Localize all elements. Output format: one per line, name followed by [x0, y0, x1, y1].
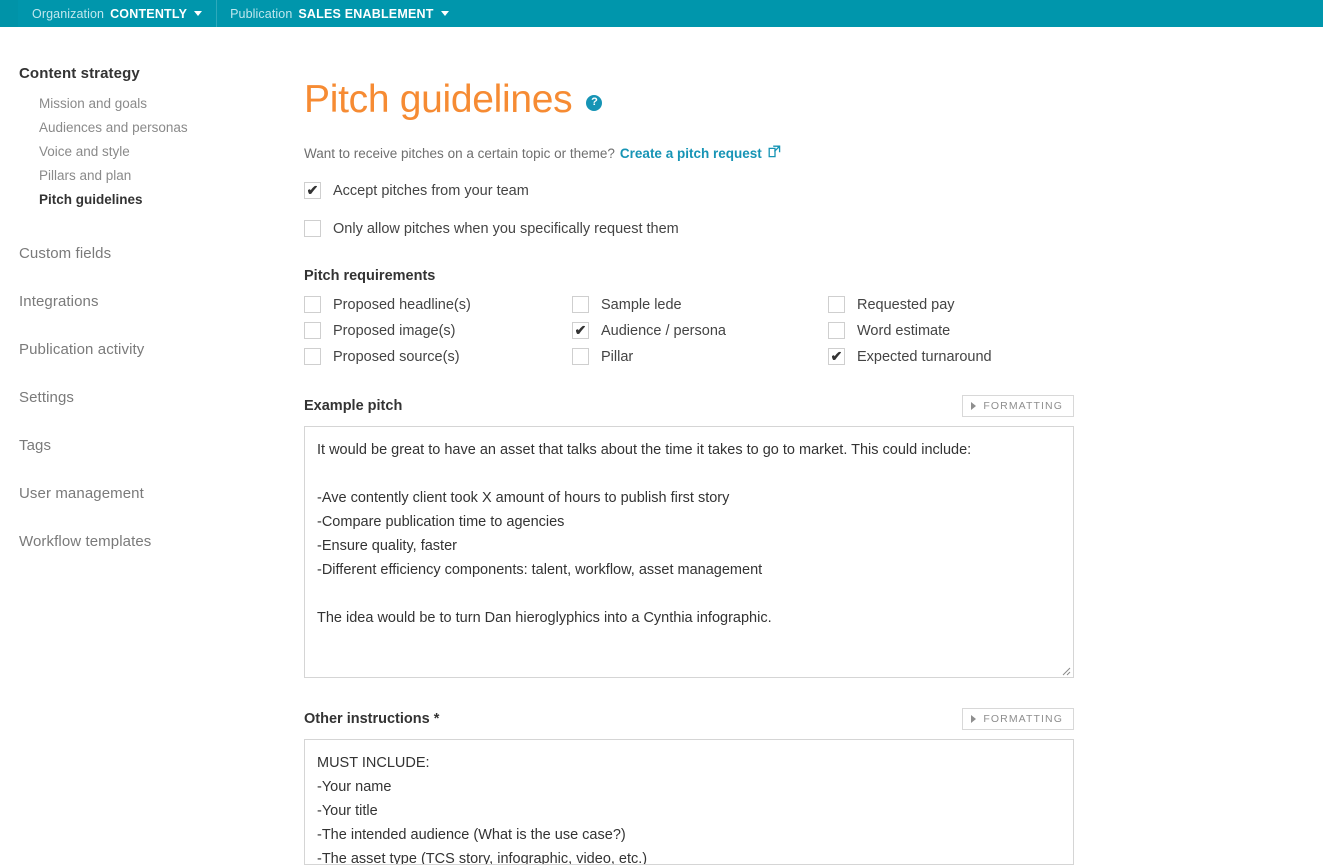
- checkbox-requested-pay[interactable]: Requested pay: [828, 296, 1323, 314]
- chevron-down-icon: [194, 11, 203, 16]
- checkbox-label: Audience / persona: [601, 322, 726, 339]
- sidebar-item-mission-and-goals[interactable]: Mission and goals: [0, 92, 300, 116]
- checkbox-audience-persona[interactable]: ✔ Audience / persona: [572, 322, 828, 340]
- formatting-button-label: FORMATTING: [983, 400, 1063, 413]
- checkbox-only-allow-requested-pitches[interactable]: Only allow pitches when you specifically…: [304, 220, 1323, 238]
- checkbox-box[interactable]: ✔: [828, 348, 845, 366]
- create-pitch-request-link[interactable]: Create a pitch request: [620, 145, 781, 161]
- checkbox-box[interactable]: ✔: [572, 322, 589, 340]
- checkbox-box[interactable]: [304, 322, 321, 340]
- checkbox-label: Proposed source(s): [333, 348, 460, 365]
- checkbox-proposed-sources[interactable]: Proposed source(s): [304, 348, 572, 366]
- checkbox-box[interactable]: ✔: [304, 182, 321, 200]
- sidebar-item-audiences-and-personas[interactable]: Audiences and personas: [0, 116, 300, 140]
- check-icon: ✔: [830, 348, 843, 365]
- publication-label: Publication: [230, 6, 293, 21]
- sidebar-item-settings[interactable]: Settings: [0, 389, 300, 406]
- checkbox-label: Proposed image(s): [333, 322, 456, 339]
- organization-selector[interactable]: Organization CONTENTLY: [18, 0, 216, 27]
- checkbox-pillar[interactable]: Pillar: [572, 348, 828, 366]
- chevron-right-icon: [971, 402, 977, 411]
- pitch-requirements-grid: Proposed headline(s) Sample lede Request…: [304, 296, 1323, 366]
- checkbox-label: Expected turnaround: [857, 348, 992, 365]
- example-pitch-field-wrap: [304, 426, 1074, 679]
- required-marker: *: [433, 711, 440, 728]
- checkbox-proposed-images[interactable]: Proposed image(s): [304, 322, 572, 340]
- example-pitch-header: Example pitch FORMATTING: [304, 395, 1074, 418]
- formatting-button-other-instructions[interactable]: FORMATTING: [962, 708, 1074, 731]
- other-instructions-label-text: Other instructions: [304, 711, 430, 728]
- sidebar-item-pillars-and-plan[interactable]: Pillars and plan: [0, 164, 300, 188]
- other-instructions-label: Other instructions *: [304, 711, 439, 727]
- checkbox-box[interactable]: [304, 220, 321, 238]
- sidebar-item-pitch-guidelines[interactable]: Pitch guidelines: [0, 188, 300, 212]
- example-pitch-textarea[interactable]: [304, 426, 1074, 679]
- checkbox-box[interactable]: [828, 296, 845, 314]
- sidebar-navigation: Content strategy Mission and goals Audie…: [0, 27, 300, 822]
- checkbox-proposed-headlines[interactable]: Proposed headline(s): [304, 296, 572, 314]
- sidebar-heading-content-strategy: Content strategy: [19, 65, 140, 82]
- sidebar-item-integrations[interactable]: Integrations: [0, 293, 300, 310]
- other-instructions-textarea[interactable]: [304, 739, 1074, 865]
- checkbox-label: Accept pitches from your team: [333, 182, 529, 199]
- check-icon: ✔: [574, 322, 587, 339]
- checkbox-label: Proposed headline(s): [333, 296, 471, 313]
- main-content: Pitch guidelines ? Want to receive pitch…: [300, 27, 1323, 865]
- checkbox-label: Requested pay: [857, 296, 955, 313]
- checkbox-sample-lede[interactable]: Sample lede: [572, 296, 828, 314]
- checkbox-label: Sample lede: [601, 296, 682, 313]
- pitch-request-prompt: Want to receive pitches on a certain top…: [304, 145, 1323, 161]
- formatting-button-example-pitch[interactable]: FORMATTING: [962, 395, 1074, 418]
- checkbox-label: Word estimate: [857, 322, 951, 339]
- checkbox-box[interactable]: [572, 296, 589, 314]
- external-link-icon: [768, 145, 781, 161]
- chevron-right-icon: [971, 715, 977, 724]
- example-pitch-label: Example pitch: [304, 398, 403, 415]
- checkbox-label: Pillar: [601, 348, 634, 365]
- checkbox-box[interactable]: [828, 322, 845, 340]
- organization-value: CONTENTLY: [110, 6, 188, 21]
- sidebar-item-workflow-templates[interactable]: Workflow templates: [0, 533, 300, 550]
- organization-label: Organization: [32, 6, 105, 21]
- topbar-left-edge: [0, 0, 18, 27]
- checkbox-expected-turnaround[interactable]: ✔ Expected turnaround: [828, 348, 1323, 366]
- checkbox-accept-pitches-from-team[interactable]: ✔ Accept pitches from your team: [304, 182, 1323, 200]
- other-instructions-field-wrap: [304, 739, 1074, 865]
- page-title: Pitch guidelines ?: [304, 80, 1323, 119]
- sidebar-item-tags[interactable]: Tags: [0, 437, 300, 454]
- create-pitch-request-label: Create a pitch request: [619, 145, 762, 161]
- other-instructions-header: Other instructions * FORMATTING: [304, 708, 1074, 731]
- publication-value: SALES ENABLEMENT: [298, 6, 434, 21]
- formatting-button-label: FORMATTING: [983, 713, 1063, 726]
- checkbox-box[interactable]: [304, 348, 321, 366]
- checkbox-box[interactable]: [304, 296, 321, 314]
- help-icon[interactable]: ?: [586, 94, 603, 111]
- sidebar-item-voice-and-style[interactable]: Voice and style: [0, 140, 300, 164]
- check-icon: ✔: [306, 182, 319, 199]
- chevron-down-icon: [440, 11, 449, 16]
- pitch-requirements-heading: Pitch requirements: [304, 268, 436, 285]
- checkbox-label: Only allow pitches when you specifically…: [333, 220, 679, 237]
- pitch-request-prompt-text: Want to receive pitches on a certain top…: [304, 145, 615, 161]
- page-title-text: Pitch guidelines: [304, 78, 573, 122]
- publication-selector[interactable]: Publication SALES ENABLEMENT: [216, 0, 462, 27]
- top-navigation-bar: Organization CONTENTLY Publication SALES…: [0, 0, 1323, 27]
- checkbox-box[interactable]: [572, 348, 589, 366]
- checkbox-word-estimate[interactable]: Word estimate: [828, 322, 1323, 340]
- sidebar-item-user-management[interactable]: User management: [0, 485, 300, 502]
- sidebar-item-publication-activity[interactable]: Publication activity: [0, 341, 300, 358]
- sidebar-item-custom-fields[interactable]: Custom fields: [0, 245, 300, 262]
